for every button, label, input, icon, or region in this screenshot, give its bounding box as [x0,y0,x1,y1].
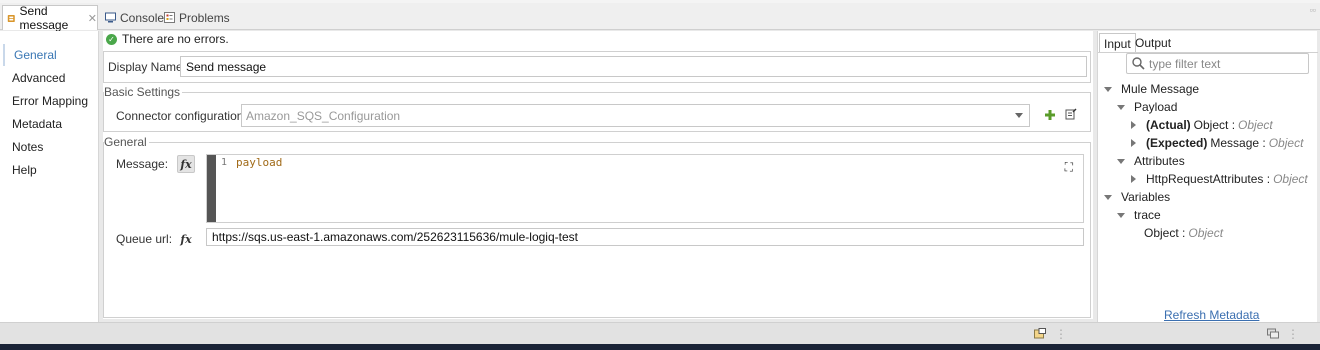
tree-node-http-attributes[interactable]: HttpRequestAttributes : Object [1131,172,1308,186]
open-perspective-icon[interactable] [1034,328,1046,339]
tree-node-trace-object[interactable]: Object : Object [1144,226,1223,240]
editor-gutter [207,155,216,222]
tree-label: Message : [1210,136,1266,150]
nav-metadata[interactable]: Metadata [3,113,97,135]
editor-tab-strip: Send message ✕ Console Problems ▫▫ [0,3,1320,32]
console-icon [105,12,116,23]
nav-notes[interactable]: Notes [3,136,97,158]
fx-toggle-button[interactable]: fx [177,155,195,173]
fx-toggle-icon[interactable]: fx [177,230,195,248]
tree-type: Object [1238,118,1273,132]
problems-icon [164,12,175,23]
mule-component-icon [7,14,15,22]
tree-node-trace[interactable]: trace [1117,208,1161,222]
expanded-icon [1104,86,1112,92]
tree-label: Object : [1144,226,1186,240]
notifications-icon[interactable] [1267,328,1279,339]
nav-general[interactable]: General [3,44,97,66]
tree-node-expected[interactable]: (Expected) Message : Object [1131,136,1303,150]
tree-node-variables[interactable]: Variables [1104,190,1170,204]
tree-label-bold: (Expected) [1146,136,1208,150]
queue-url-input[interactable]: https://sqs.us-east-1.amazonaws.com/2526… [206,228,1084,246]
tab-send-message[interactable]: Send message ✕ [2,4,98,32]
basic-settings-title: Basic Settings [104,85,183,99]
general-group: Message: fx 1 payload ⛶ Queue url: fx ht… [103,142,1091,318]
line-number: 1 [221,157,228,168]
tab-label: Console [120,10,165,25]
tree-label: Variables [1121,190,1171,204]
add-config-icon[interactable] [1044,109,1056,121]
collapsed-icon [1131,121,1136,129]
tree-label: trace [1134,208,1161,222]
connector-config-value: Amazon_SQS_Configuration [246,108,401,123]
close-icon[interactable]: ✕ [88,12,97,25]
chevron-down-icon [1015,113,1023,118]
status-separator: ⋮ [1287,327,1299,341]
properties-form: ✓ There are no errors. Display Name: Sen… [103,31,1093,319]
message-expression[interactable]: payload [236,156,282,169]
display-name-input[interactable]: Send message [180,56,1087,77]
tree-node-attributes[interactable]: Attributes [1117,154,1185,168]
check-circle-icon: ✓ [106,33,117,45]
filter-input[interactable]: type filter text [1126,53,1309,74]
edit-config-icon[interactable] [1065,108,1077,120]
status-bar: ⋮ ⋮ [0,322,1320,344]
collapsed-icon [1131,139,1136,147]
expanded-icon [1104,194,1112,200]
tree-label: Object : [1193,118,1236,132]
properties-nav: General Advanced Error Mapping Metadata … [0,31,99,322]
tree-label-bold: (Actual) [1146,118,1191,132]
tree-label: Attributes [1134,154,1185,168]
tab-label: Send message [19,4,69,32]
nav-error-mapping[interactable]: Error Mapping [3,90,97,112]
metadata-panel: Input Output type filter text Mule Messa… [1097,31,1318,322]
window-controls[interactable]: ▫▫ [1310,5,1316,15]
tree-type: Object [1188,226,1224,240]
message-label: Message: [116,157,169,171]
general-group-title: General [104,135,149,149]
search-icon [1132,57,1145,70]
tree-label: Payload [1134,100,1178,114]
desktop-taskbar-edge [0,344,1320,350]
tree-node-payload[interactable]: Payload [1117,100,1177,114]
tree-label: HttpRequestAttributes : [1146,172,1271,186]
nav-advanced[interactable]: Advanced [3,67,97,89]
display-name-label: Display Name: [108,60,187,74]
collapsed-icon [1131,175,1136,183]
validation-status: ✓ There are no errors. [106,32,229,46]
expanded-icon [1117,212,1125,218]
filter-placeholder: type filter text [1149,56,1221,71]
tab-label: Problems [179,10,230,25]
nav-help[interactable]: Help [3,159,97,181]
tab-console[interactable]: Console [105,5,164,30]
tab-output[interactable]: Output [1131,33,1175,53]
tree-type: Object [1273,172,1308,186]
status-text: There are no errors. [122,32,229,46]
tree-type: Object [1268,136,1304,150]
tree-label: Mule Message [1121,82,1200,96]
message-expression-editor[interactable]: 1 payload ⛶ [206,154,1084,223]
tab-problems[interactable]: Problems [164,5,230,30]
display-name-section: Display Name: Send message [103,51,1091,83]
basic-settings-group: Connector configuration: Amazon_SQS_Conf… [103,92,1091,132]
queue-url-label: Queue url: [116,232,173,246]
tree-node-actual[interactable]: (Actual) Object : Object [1131,118,1273,132]
expanded-icon [1117,158,1125,164]
expand-editor-icon[interactable]: ⛶ [1065,160,1073,175]
refresh-metadata-link[interactable]: Refresh Metadata [1164,308,1259,322]
connector-config-select[interactable]: Amazon_SQS_Configuration [241,104,1030,127]
status-separator: ⋮ [1055,327,1067,341]
tree-node-mule-message[interactable]: Mule Message [1104,82,1199,96]
expanded-icon [1117,104,1125,110]
connector-config-label: Connector configuration: [116,109,247,123]
